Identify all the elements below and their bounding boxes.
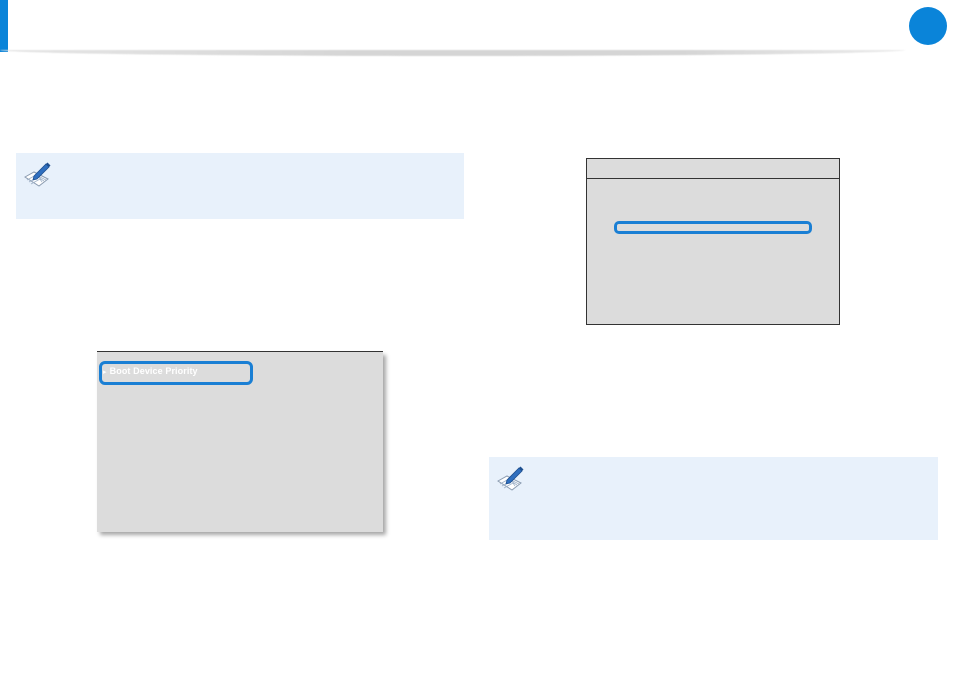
header-accent-bar (0, 0, 8, 52)
note-box-1 (16, 153, 464, 219)
boot-device-priority-label: Boot Device Priority (109, 366, 198, 376)
boot-device-priority-item: ▸ Boot Device Priority (103, 366, 198, 376)
bios-left-top-border (97, 351, 383, 352)
header-divider (0, 50, 905, 56)
bios-dialog-right (586, 158, 840, 325)
bios-dialog-title-bar (587, 159, 839, 179)
triangle-right-icon: ▸ (103, 369, 107, 376)
note-box-2 (489, 457, 938, 540)
bios-dialog-selection-highlight (614, 221, 812, 234)
page-badge-icon (909, 7, 947, 45)
note-pencil-icon (22, 159, 56, 193)
note-pencil-icon (495, 463, 529, 497)
